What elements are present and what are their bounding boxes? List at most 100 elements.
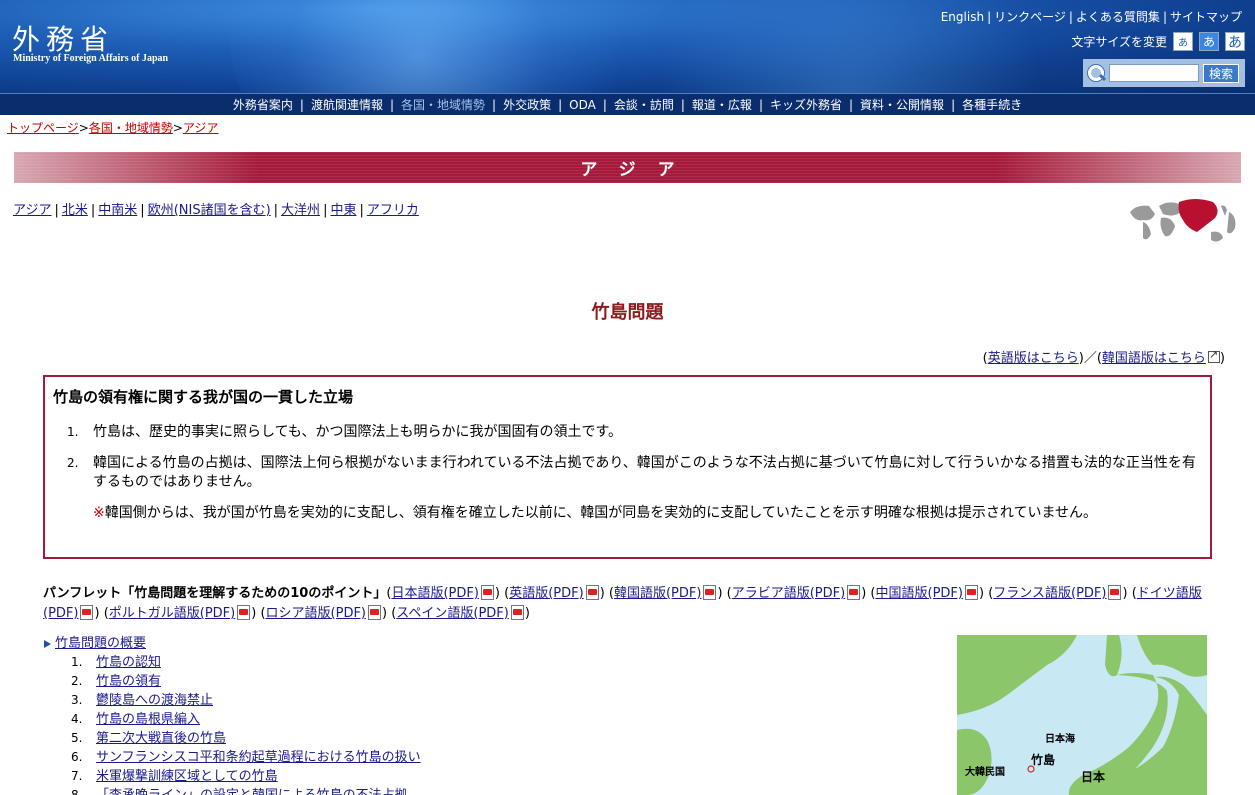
nav-item-press[interactable]: 報道・広報 — [685, 96, 759, 113]
list-item: 2. 竹島の領有 — [43, 672, 421, 691]
pdf-icon — [702, 585, 717, 600]
list-item-number: 3. — [71, 693, 83, 707]
top-link-separator: | — [1162, 10, 1167, 24]
region-link-asia[interactable]: アジア — [13, 203, 51, 218]
region-separator: | — [323, 203, 328, 218]
list-item-number: 8. — [71, 788, 83, 795]
list-item-number: 2. — [71, 674, 83, 688]
region-link-oceania[interactable]: 大洋州 — [281, 203, 320, 218]
position-statement-list: 1. 竹島は、歴史的事実に照らしても、かつ国際法上も明らかに我が国固有の領土です… — [53, 423, 1202, 523]
list-item: 7. 米軍爆撃訓練区域としての竹島 — [43, 767, 421, 786]
list-item-number: 5. — [71, 731, 83, 745]
top-link-faq[interactable]: よくある質問集 — [1076, 10, 1160, 24]
breadcrumb-separator: > — [172, 121, 183, 135]
nav-item-documents[interactable]: 資料・公開情報 — [853, 96, 951, 113]
outline-link[interactable]: 「李承晩ライン」の設定と韓国による竹島の不法占拠 — [96, 786, 408, 795]
nav-item-policy[interactable]: 外交政策 — [496, 96, 558, 113]
list-item-number: 1. — [71, 655, 83, 669]
pamphlet-link-arabic[interactable]: アラビア語版(PDF) — [732, 586, 845, 601]
world-map-icon — [1130, 199, 1236, 242]
map-label-sea: 日本海 — [1045, 734, 1075, 745]
site-logo-english[interactable]: Ministry of Foreign Affairs of Japan — [13, 53, 168, 64]
font-size-small-button[interactable]: あ — [1173, 32, 1193, 51]
outline-link[interactable]: 鬱陵島への渡海禁止 — [96, 691, 213, 710]
top-link-hidden — [895, 10, 931, 24]
search-button[interactable]: 検索 — [1203, 63, 1240, 83]
search-box: 検索 — [1083, 59, 1245, 87]
list-item: 3. 鬱陵島への渡海禁止 — [43, 691, 421, 710]
nav-item-oda[interactable]: ODA — [562, 98, 603, 112]
map-label-takeshima: 竹島 — [1031, 753, 1056, 767]
pamphlet-link-portuguese[interactable]: ポルトガル語版(PDF) — [109, 606, 235, 621]
pamphlet-link-japanese[interactable]: 日本語版(PDF) — [391, 586, 478, 601]
region-link-north-america[interactable]: 北米 — [62, 203, 88, 218]
outline-link[interactable]: 竹島の領有 — [96, 672, 161, 691]
region-link-europe[interactable]: 欧州(NIS諸国を含む) — [148, 203, 271, 218]
region-link-latin-america[interactable]: 中南米 — [98, 203, 137, 218]
outline-link[interactable]: 第二次大戦直後の竹島 — [96, 729, 226, 748]
pdf-icon — [480, 585, 494, 600]
outline-link[interactable]: 竹島の島根県編入 — [96, 710, 200, 729]
top-link-english[interactable]: English — [941, 10, 984, 24]
pamphlet-link-spanish[interactable]: スペイン語版(PDF) — [396, 606, 509, 621]
region-separator: | — [273, 203, 279, 218]
outline-heading-link[interactable]: 竹島問題の概要 — [55, 634, 146, 653]
list-item: 8. 「李承晩ライン」の設定と韓国による竹島の不法占拠 — [43, 786, 421, 795]
page-title: 竹島問題 — [591, 302, 664, 323]
global-nav: 外務省案内 | 渡航関連情報 | 各国・地域情勢 | 外交政策 | ODA | 会談・訪問… — [0, 93, 1255, 115]
korean-version-link[interactable]: 韓国語版はこちら — [1102, 351, 1206, 366]
breadcrumb-top[interactable]: トップページ — [7, 121, 79, 135]
region-separator: | — [54, 203, 59, 218]
region-links: アジア | 北米 | 中南米 | 欧州(NIS諸国を含む) | 大洋州 | 中東 | アフリカ — [13, 199, 419, 218]
region-link-africa[interactable]: アフリカ — [367, 203, 419, 218]
list-item: 6. サンフランシスコ平和条約起草過程における竹島の扱い — [43, 748, 421, 767]
region-link-middle-east[interactable]: 中東 — [330, 203, 356, 218]
list-item: 2. 韓国による竹島の占拠は、国際法上何ら根拠がないまま行われている不法占拠であ… — [53, 454, 1202, 492]
map-label-korea: 大韓民国 — [965, 767, 1005, 778]
outline-section: 竹島問題の概要 1. 竹島の認知 2. 竹島の領有 3. 鬱陵島への渡海禁止 4. 竹島… — [43, 634, 421, 795]
region-separator: | — [90, 203, 96, 218]
pdf-icon — [236, 605, 251, 620]
outline-link[interactable]: サンフランシスコ平和条約起草過程における竹島の扱い — [96, 748, 421, 767]
breadcrumb-separator: > — [78, 121, 89, 135]
nav-item-about[interactable]: 外務省案内 — [226, 96, 300, 113]
top-link-separator: | — [1068, 10, 1073, 24]
site-logo[interactable]: 外務省 — [12, 18, 114, 58]
breadcrumb-regions[interactable]: 各国・地域情勢 — [89, 121, 173, 135]
nav-item-regions[interactable]: 各国・地域情勢 — [394, 96, 492, 113]
search-input[interactable] — [1109, 64, 1199, 82]
top-link-sitemap[interactable]: サイトマップ — [1170, 10, 1242, 24]
list-item-text: 竹島は、歴史的事実に照らしても、かつ国際法上も明らかに我が国固有の領土です。 — [93, 424, 623, 440]
top-link-links[interactable]: リンクページ — [994, 10, 1066, 24]
pdf-icon — [964, 585, 978, 600]
pamphlet-link-chinese[interactable]: 中国語版(PDF) — [876, 586, 963, 601]
nav-item-kids[interactable]: キッズ外務省 — [763, 96, 849, 113]
top-utility-links: English | リンクページ | よくある質問集 | サイトマップ — [892, 8, 1245, 25]
pamphlet-link-russian[interactable]: ロシア語版(PDF) — [266, 606, 366, 621]
pamphlet-link-french[interactable]: フランス語版(PDF) — [993, 586, 1106, 601]
lang-links-close-paren: ) — [1219, 351, 1225, 366]
outline-link[interactable]: 竹島の認知 — [96, 653, 161, 672]
note-text: 韓国側からは、我が国が竹島を実効的に支配し、領有権を確立した以前に、韓国が同島を… — [104, 505, 1098, 521]
breadcrumb-asia[interactable]: アジア — [183, 121, 219, 135]
pamphlet-link-korean[interactable]: 韓国語版(PDF) — [614, 586, 701, 601]
list-item-number: 6. — [71, 750, 83, 764]
font-size-control: 文字サイズを変更 あ あ あ — [1071, 32, 1245, 51]
nav-item-travel[interactable]: 渡航関連情報 — [304, 96, 390, 113]
font-size-medium-button[interactable]: あ — [1199, 32, 1219, 51]
outline-link[interactable]: 米軍爆撃訓練区域としての竹島 — [96, 767, 278, 786]
english-version-link[interactable]: 英語版はこちら — [988, 351, 1079, 366]
region-banner: アジア — [14, 152, 1241, 183]
position-statement-title: 竹島の領有権に関する我が国の一貫した立場 — [53, 388, 354, 406]
pamphlet-link-english[interactable]: 英語版(PDF) — [509, 586, 583, 601]
nav-item-procedures[interactable]: 各種手続き — [955, 96, 1029, 113]
pamphlet-title: パンフレット「竹島問題を理解するための10のポイント」 — [43, 586, 387, 601]
pamphlet-links: パンフレット「竹島問題を理解するための10のポイント」(日本語版(PDF)) (… — [43, 585, 1202, 621]
font-size-large-button[interactable]: あ — [1225, 32, 1245, 51]
language-version-links: (英語版はこちら)／(韓国語版はこちら) — [983, 347, 1225, 366]
triangle-right-icon — [44, 639, 51, 648]
site-header: 外務省 Ministry of Foreign Affairs of Japan… — [0, 0, 1255, 93]
list-item: 4. 竹島の島根県編入 — [43, 710, 421, 729]
region-banner-title: アジア — [580, 160, 697, 180]
nav-item-meetings[interactable]: 会談・訪問 — [607, 96, 681, 113]
